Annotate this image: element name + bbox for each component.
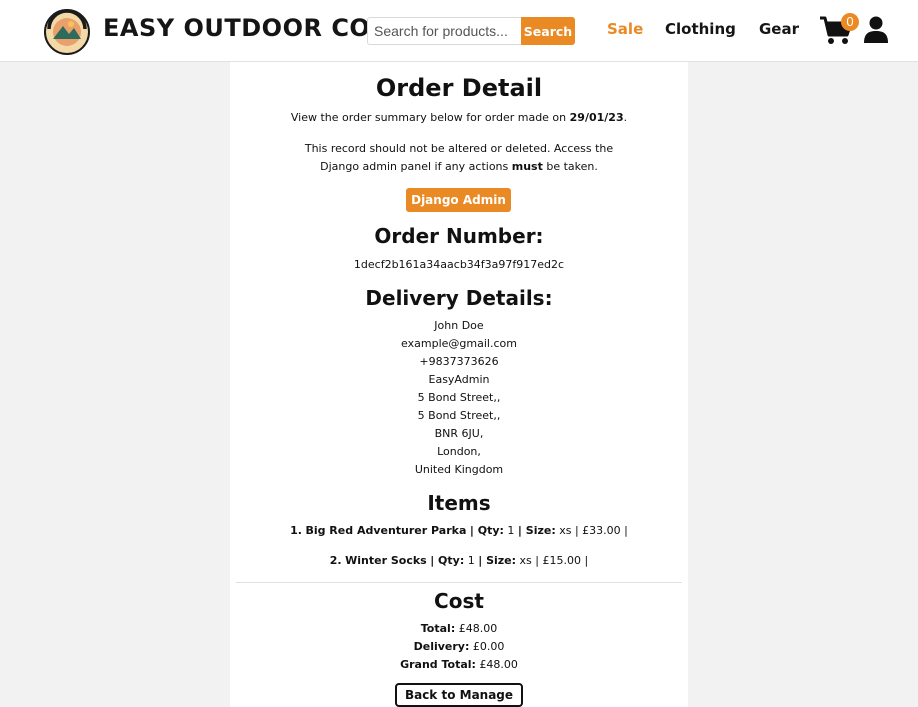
list-item: 2. Winter Socks | Qty: 1 | Size: xs | £1… — [230, 552, 688, 570]
list-item: 1. Big Red Adventurer Parka | Qty: 1 | S… — [230, 522, 688, 540]
search-form: Search — [367, 17, 575, 45]
django-admin-button[interactable]: Django Admin — [406, 188, 511, 212]
delivery-country: United Kingdom — [414, 463, 504, 476]
total-label: Total: — [420, 622, 456, 635]
summary-suffix: . — [623, 111, 628, 124]
search-input[interactable] — [367, 17, 521, 45]
summary-prefix: View the order summary below for order m… — [290, 111, 570, 124]
section-divider — [236, 582, 682, 583]
grand-total-label: Grand Total: — [400, 658, 476, 671]
order-number-heading: Order Number: — [374, 224, 544, 248]
page-title: Order Detail — [375, 74, 543, 102]
delivery-city: London, — [437, 445, 481, 458]
item-qty: 1 — [467, 554, 475, 567]
item-size-label: | Size: — [478, 554, 517, 567]
order-number: 1decf2b161a34aacb34f3a97f917ed2c — [353, 258, 565, 271]
item-qty-label: | Qty: — [469, 524, 504, 537]
item-price: | £33.00 | — [574, 524, 628, 537]
item-index: 1. — [290, 524, 302, 537]
item-qty: 1 — [507, 524, 515, 537]
order-date: 29/01/23 — [569, 111, 624, 124]
item-size: xs — [559, 524, 572, 537]
delivery-address-line-1: 5 Bond Street,, — [417, 391, 501, 404]
delivery-cost-value: £0.00 — [472, 640, 505, 653]
grand-total-value: £48.00 — [479, 658, 518, 671]
brand-name[interactable]: EASY OUTDOOR CO. — [103, 14, 379, 42]
nav-link-clothing[interactable]: Clothing — [665, 20, 736, 38]
delivery-cost-row: Delivery: £0.00 — [230, 638, 688, 656]
item-name: Big Red Adventurer Parka — [305, 524, 467, 537]
notice-emphasis: must — [511, 160, 543, 173]
cost-heading: Cost — [434, 589, 484, 613]
user-account-icon[interactable] — [864, 16, 888, 43]
item-price: | £15.00 | — [535, 554, 589, 567]
item-qty-label: | Qty: — [430, 554, 465, 567]
item-name: Winter Socks — [345, 554, 427, 567]
notice-suffix: be taken. — [542, 160, 598, 173]
cart-count-badge: 0 — [841, 13, 859, 31]
delivery-details-heading: Delivery Details: — [365, 286, 553, 310]
item-size-label: | Size: — [517, 524, 556, 537]
navbar: EASY OUTDOOR CO. Search Sale Clothing Ge… — [0, 0, 918, 62]
logo-badge-icon[interactable] — [43, 9, 91, 55]
item-size: xs — [519, 554, 532, 567]
delivery-company: EasyAdmin — [428, 373, 490, 386]
grand-total-row: Grand Total: £48.00 — [230, 656, 688, 674]
order-summary-text: View the order summary below for order m… — [230, 109, 688, 127]
delivery-email: example@gmail.com — [401, 337, 517, 350]
search-button[interactable]: Search — [521, 17, 575, 45]
order-detail-card: Order Detail View the order summary belo… — [230, 62, 688, 707]
delivery-postcode: BNR 6JU, — [434, 427, 484, 440]
items-heading: Items — [427, 491, 491, 515]
total-value: £48.00 — [458, 622, 498, 635]
back-to-manage-button[interactable]: Back to Manage — [395, 683, 523, 707]
delivery-name: John Doe — [434, 319, 484, 332]
delivery-cost-label: Delivery: — [413, 640, 470, 653]
notice-prefix: Django admin panel if any actions — [320, 160, 512, 173]
delivery-phone: +9837373626 — [419, 355, 499, 368]
notice-line-1: This record should not be altered or del… — [304, 142, 614, 155]
item-index: 2. — [329, 554, 342, 567]
delivery-address-line-2: 5 Bond Street,, — [417, 409, 501, 422]
nav-link-gear[interactable]: Gear — [759, 20, 799, 38]
total-row: Total: £48.00 — [230, 620, 688, 638]
nav-link-sale[interactable]: Sale — [607, 20, 643, 38]
notice-line-2: Django admin panel if any actions must b… — [230, 158, 688, 176]
